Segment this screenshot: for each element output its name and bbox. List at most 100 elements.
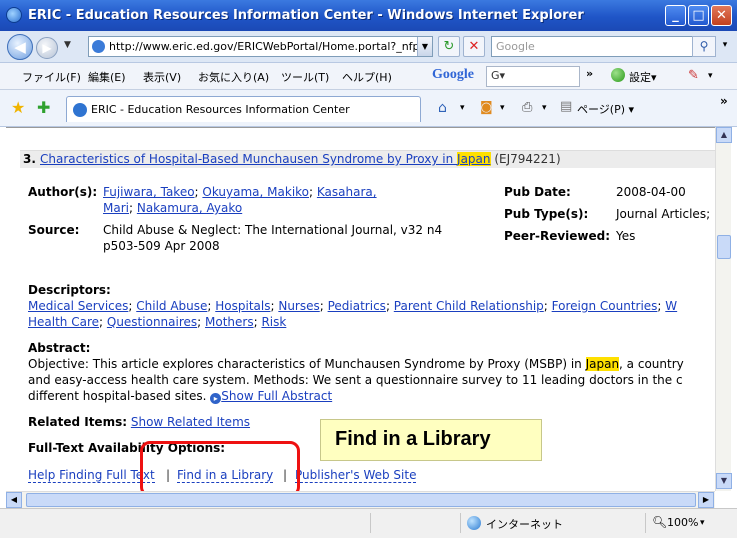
publishers-web-site-link[interactable]: Publisher's Web Site bbox=[295, 468, 417, 483]
minimize-button[interactable]: _ bbox=[665, 5, 686, 26]
show-related-items-link[interactable]: Show Related Items bbox=[131, 415, 250, 429]
help-finding-full-text-link[interactable]: Help Finding Full Text bbox=[28, 468, 155, 483]
descriptor-link[interactable]: Foreign Countries bbox=[552, 299, 658, 313]
zoom-level[interactable]: 100% bbox=[667, 516, 698, 529]
search-input[interactable]: Google ⚲ bbox=[491, 36, 716, 57]
record-id: (EJ794221) bbox=[494, 152, 561, 166]
author-link-kasahara[interactable]: Kasahara, bbox=[317, 185, 377, 199]
source-line1: Child Abuse & Neglect: The International… bbox=[103, 223, 443, 237]
descriptor-link[interactable]: Questionnaires bbox=[107, 315, 197, 329]
more-tools-button[interactable]: » bbox=[720, 94, 728, 108]
scroll-thumb[interactable] bbox=[717, 235, 731, 259]
expand-abstract-icon[interactable]: ▸ bbox=[210, 393, 222, 404]
record-number: 3. bbox=[23, 152, 36, 166]
menu-help[interactable]: ヘルプ(H) bbox=[342, 69, 392, 85]
address-bar[interactable]: http://www.eric.ed.gov/ERICWebPortal/Hom… bbox=[88, 36, 433, 57]
record-title: Characteristics of Hospital-Based Muncha… bbox=[40, 152, 561, 166]
menu-view[interactable]: 表示(V) bbox=[143, 69, 181, 85]
add-favorites-icon[interactable]: ✚ bbox=[37, 98, 50, 117]
descriptor-link[interactable]: W bbox=[665, 299, 677, 313]
google-search-box[interactable]: G▾ bbox=[486, 66, 580, 87]
feeds-dropdown-icon[interactable]: ▾ bbox=[500, 103, 505, 113]
settings-button[interactable]: 設定▾ bbox=[629, 69, 657, 85]
abstract-line1: Objective: This article explores charact… bbox=[28, 357, 684, 371]
address-dropdown-icon[interactable]: ▼ bbox=[417, 37, 432, 56]
maximize-button[interactable]: □ bbox=[688, 5, 709, 26]
menu-favorites[interactable]: お気に入り(A) bbox=[198, 69, 269, 85]
author-link-okuyama[interactable]: Okuyama, Makiko bbox=[202, 185, 309, 199]
show-full-abstract-link[interactable]: Show Full Abstract bbox=[221, 389, 332, 403]
pub-date-value: 2008-04-00 bbox=[616, 185, 686, 199]
refresh-icon[interactable]: ↻ bbox=[438, 36, 460, 57]
page-menu-icon: ▤ bbox=[560, 99, 573, 114]
authors-line2: Mari; Nakamura, Ayako bbox=[103, 201, 243, 215]
scroll-up-arrow-icon[interactable]: ▲ bbox=[716, 127, 732, 143]
ie-icon bbox=[6, 7, 22, 23]
descriptor-link[interactable]: Child Abuse bbox=[136, 299, 207, 313]
descriptor-link[interactable]: Nurses bbox=[278, 299, 319, 313]
peer-reviewed-label: Peer-Reviewed: bbox=[504, 229, 611, 243]
favorites-star-icon[interactable]: ★ bbox=[11, 98, 25, 117]
scroll-down-arrow-icon[interactable]: ▼ bbox=[716, 473, 732, 489]
descriptor-link[interactable]: Medical Services bbox=[28, 299, 128, 313]
search-placeholder: Google bbox=[496, 40, 535, 53]
forward-button[interactable]: ▶ bbox=[36, 37, 58, 59]
highlight-annotation-box bbox=[140, 441, 300, 497]
page-icon bbox=[92, 40, 105, 53]
stop-icon[interactable]: ✕ bbox=[463, 36, 485, 57]
horizontal-scroll-thumb[interactable] bbox=[26, 493, 696, 507]
author-link-fujiwara[interactable]: Fujiwara, Takeo bbox=[103, 185, 195, 199]
descriptors-line2: Health Care; Questionnaires; Mothers; Ri… bbox=[28, 315, 287, 329]
back-button[interactable]: ◀ bbox=[7, 34, 33, 60]
translate-dropdown-icon[interactable]: ▾ bbox=[708, 71, 713, 81]
home-icon[interactable]: ⌂ bbox=[438, 100, 447, 116]
scroll-left-arrow-icon[interactable]: ◀ bbox=[6, 492, 22, 508]
zoom-icon[interactable]: 🔍︎ bbox=[652, 515, 667, 529]
feeds-icon[interactable]: ◙ bbox=[480, 100, 493, 115]
home-dropdown-icon[interactable]: ▾ bbox=[460, 103, 465, 113]
menu-tools[interactable]: ツール(T) bbox=[281, 69, 329, 85]
abstract-highlight: Japan bbox=[585, 357, 620, 371]
record-title-text: Characteristics of Hospital-Based Muncha… bbox=[40, 152, 458, 166]
find-in-library-callout: Find in a Library bbox=[320, 419, 542, 461]
peer-reviewed-value: Yes bbox=[616, 229, 636, 243]
print-icon[interactable]: ⎙ bbox=[522, 100, 532, 115]
source-label: Source: bbox=[28, 223, 80, 237]
descriptor-link[interactable]: Parent Child Relationship bbox=[394, 299, 544, 313]
descriptor-link[interactable]: Health Care bbox=[28, 315, 99, 329]
more-toolbar-button[interactable]: » bbox=[586, 67, 593, 80]
zoom-dropdown-icon[interactable]: ▾ bbox=[700, 518, 705, 528]
author-link-nakamura[interactable]: Nakamura, Ayako bbox=[137, 201, 242, 215]
descriptor-link[interactable]: Pediatrics bbox=[328, 299, 386, 313]
menu-bar: ファイル(F) 編集(E) 表示(V) お気に入り(A) ツール(T) ヘルプ(… bbox=[0, 63, 737, 90]
menu-file[interactable]: ファイル(F) bbox=[22, 69, 81, 85]
scroll-right-arrow-icon[interactable]: ▶ bbox=[698, 492, 714, 508]
descriptor-link[interactable]: Mothers bbox=[205, 315, 254, 329]
menu-edit[interactable]: 編集(E) bbox=[88, 69, 126, 85]
search-icon[interactable]: ⚲ bbox=[692, 36, 716, 57]
search-options-icon[interactable]: ▾ bbox=[717, 36, 733, 57]
status-divider bbox=[645, 513, 646, 533]
window-title: ERIC - Education Resources Information C… bbox=[28, 8, 584, 23]
descriptors-line1: Medical Services; Child Abuse; Hospitals… bbox=[28, 299, 678, 313]
close-button[interactable]: ✕ bbox=[711, 5, 732, 26]
authors-label: Author(s): bbox=[28, 185, 98, 199]
page-menu-button[interactable]: ページ(P) ▾ bbox=[577, 101, 634, 117]
pub-date-label: Pub Date: bbox=[504, 185, 571, 199]
print-dropdown-icon[interactable]: ▾ bbox=[542, 103, 547, 113]
horizontal-scrollbar[interactable]: ◀ ▶ bbox=[6, 491, 715, 508]
descriptors-label: Descriptors: bbox=[28, 283, 111, 297]
record-title-highlight: Japan bbox=[457, 152, 491, 166]
vertical-scrollbar[interactable]: ▲ ▼ bbox=[715, 127, 732, 491]
author-link-kasahara-cont[interactable]: Mari bbox=[103, 201, 129, 215]
descriptor-link[interactable]: Risk bbox=[261, 315, 286, 329]
pub-type-label: Pub Type(s): bbox=[504, 207, 589, 221]
status-divider bbox=[460, 513, 461, 533]
pub-type-value: Journal Articles; bbox=[616, 207, 711, 221]
related-items-label: Related Items: bbox=[28, 415, 128, 429]
translate-icon[interactable]: ✎ bbox=[688, 68, 699, 83]
descriptor-link[interactable]: Hospitals bbox=[215, 299, 270, 313]
record-title-link[interactable]: Characteristics of Hospital-Based Muncha… bbox=[40, 152, 491, 166]
tab-eric[interactable]: ERIC - Education Resources Information C… bbox=[66, 96, 421, 122]
recent-pages-dropdown[interactable]: ▼ bbox=[64, 40, 71, 50]
